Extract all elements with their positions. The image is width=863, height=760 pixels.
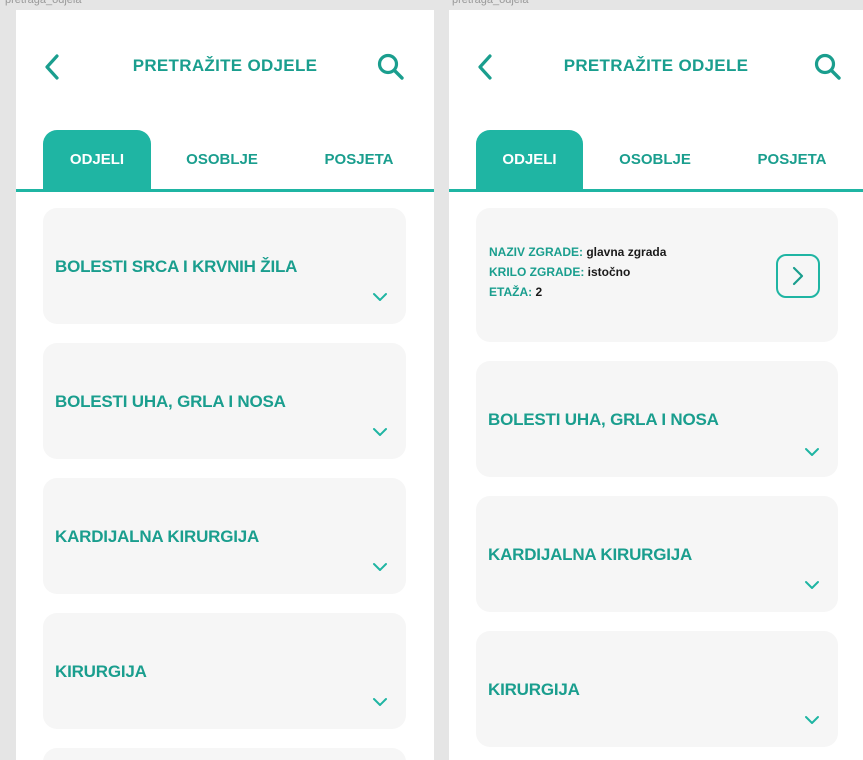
department-card[interactable]: KIRURGIJA xyxy=(476,631,838,747)
tab-posjeta[interactable]: POSJETA xyxy=(300,130,418,189)
frame-label: pretraga_odjela xyxy=(452,0,529,6)
department-name: BOLESTI SRCA I KRVNIH ŽILA xyxy=(55,257,298,276)
chevron-down-icon xyxy=(373,698,387,706)
wing-row: KRILO ZGRADE: istočno xyxy=(489,265,630,279)
tab-odjeli[interactable]: ODJELI xyxy=(43,130,151,189)
chevron-down-icon xyxy=(373,428,387,436)
wing-label: KRILO ZGRADE: xyxy=(489,265,585,279)
tab-osoblje[interactable]: OSOBLJE xyxy=(166,130,278,189)
floor-value: 2 xyxy=(535,285,543,299)
search-button[interactable] xyxy=(811,50,845,84)
app-header: PRETRAŽITE ODJELE xyxy=(16,10,434,120)
building-name-row: NAZIV ZGRADE: glavna zgrada xyxy=(489,245,666,259)
department-name: BOLESTI UHA, GRLA I NOSA xyxy=(55,392,286,411)
page-title: PRETRAŽITE ODJELE xyxy=(563,56,749,75)
chevron-down-icon xyxy=(805,581,819,589)
wing-value: istočno xyxy=(587,265,631,279)
chevron-right-icon xyxy=(792,266,804,286)
department-card[interactable]: BOLESTI UHA, GRLA I NOSA xyxy=(476,361,838,477)
department-name: KARDIJALNA KIRURGIJA xyxy=(55,527,260,546)
building-name-value: glavna zgrada xyxy=(586,245,667,259)
chevron-down-icon xyxy=(373,563,387,571)
department-card[interactable]: BOLESTI UHA, GRLA I NOSA xyxy=(43,343,406,459)
department-name: KARDIJALNA KIRURGIJA xyxy=(488,545,693,564)
building-name-label: NAZIV ZGRADE: xyxy=(489,245,583,259)
search-button[interactable] xyxy=(374,50,408,84)
open-department-button[interactable] xyxy=(776,254,820,298)
department-name: KIRURGIJA xyxy=(488,680,580,699)
app-header: PRETRAŽITE ODJELE xyxy=(449,10,863,120)
department-card[interactable]: KARDIJALNA KIRURGIJA xyxy=(43,478,406,594)
tab-odjeli[interactable]: ODJELI xyxy=(476,130,583,189)
department-card[interactable]: KARDIJALNA KIRURGIJA xyxy=(476,496,838,612)
search-icon xyxy=(814,53,841,80)
department-name: KIRURGIJA xyxy=(55,662,147,681)
chevron-down-icon xyxy=(805,448,819,456)
phone-screen-departments-expanded: PRETRAŽITE ODJELE ODJELI OSOBLJE POSJETA… xyxy=(449,10,863,760)
chevron-down-icon xyxy=(373,293,387,301)
department-card[interactable]: KIRURGIJA xyxy=(43,613,406,729)
department-card-partial[interactable] xyxy=(43,748,406,760)
department-card[interactable]: BOLESTI SRCA I KRVNIH ŽILA xyxy=(43,208,406,324)
search-icon xyxy=(377,53,404,80)
tab-posjeta[interactable]: POSJETA xyxy=(733,130,851,189)
tab-bar: ODJELI OSOBLJE POSJETA xyxy=(449,130,863,192)
department-details-card: NAZIV ZGRADE: glavna zgrada KRILO ZGRADE… xyxy=(476,208,838,342)
floor-label: ETAŽA: xyxy=(489,285,533,299)
tab-osoblje[interactable]: OSOBLJE xyxy=(599,130,711,189)
page-title: PRETRAŽITE ODJELE xyxy=(132,56,318,75)
tab-bar: ODJELI OSOBLJE POSJETA xyxy=(16,130,434,192)
chevron-down-icon xyxy=(805,716,819,724)
floor-row: ETAŽA: 2 xyxy=(489,285,542,299)
phone-screen-departments-collapsed: PRETRAŽITE ODJELE ODJELI OSOBLJE POSJETA… xyxy=(16,10,434,760)
department-name: BOLESTI UHA, GRLA I NOSA xyxy=(488,410,719,429)
frame-label: pretraga_odjela xyxy=(5,0,82,6)
